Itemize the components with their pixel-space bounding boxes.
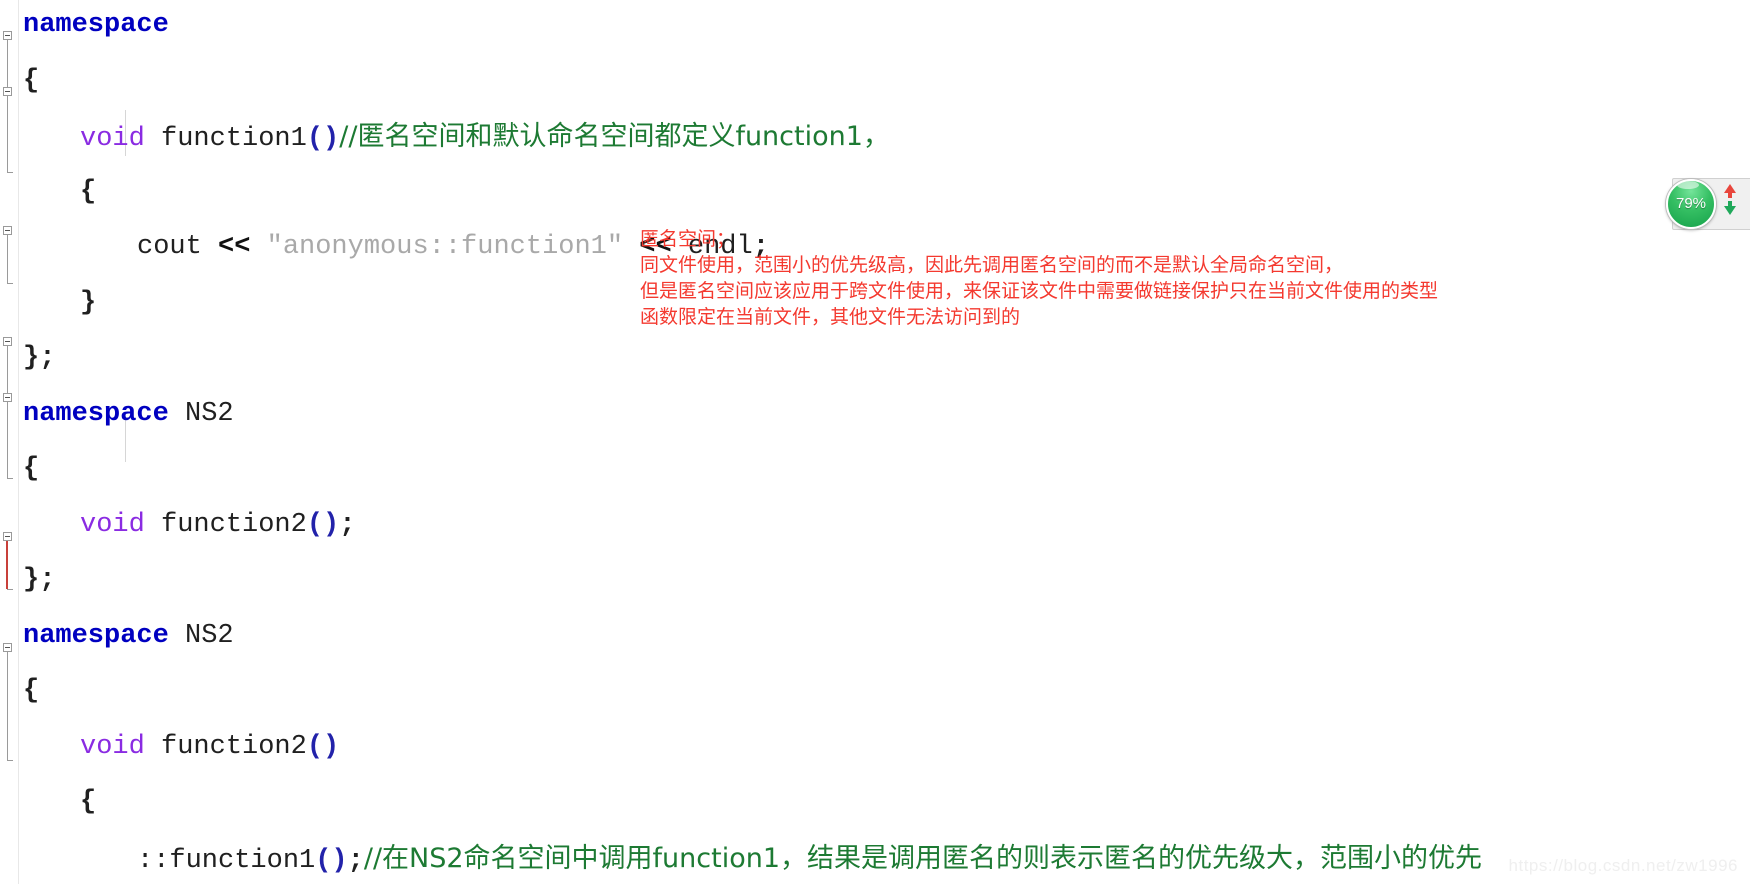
code-token: () <box>315 845 348 876</box>
arrow-up-icon[interactable] <box>1724 184 1736 198</box>
fold-line <box>7 346 8 478</box>
code-token: void <box>80 509 145 540</box>
code-token: function2 <box>144 509 307 540</box>
code-token: ::function1 <box>137 845 316 876</box>
code-token: namespace <box>23 10 169 40</box>
code-token: //匿名空间和默认命名空间都定义function1， <box>339 121 890 152</box>
code-token: << <box>218 232 251 262</box>
fold-toggle-namespace-anonymous[interactable] <box>3 31 12 40</box>
fold-toggle-namespace-ns2-decl[interactable] <box>3 226 12 235</box>
code-area[interactable]: namespace{void function1()//匿名空间和默认命名空间都… <box>19 0 1750 884</box>
code-line[interactable]: { <box>19 442 39 498</box>
code-line[interactable]: }; <box>19 553 55 609</box>
code-token: namespace <box>23 398 169 429</box>
fold-toggle-function1-body[interactable] <box>3 87 12 96</box>
annotation-line: 函数限定在当前文件，其他文件无法访问到的 <box>640 306 1021 328</box>
code-token: () <box>306 124 340 154</box>
fold-end <box>7 589 13 590</box>
annotation-line: 匿名空间； <box>640 228 736 250</box>
fold-end <box>7 478 13 479</box>
code-line[interactable]: ::function1();//在NS2命名空间中调用function1，结果是… <box>19 831 1482 884</box>
code-token: function1 <box>144 124 307 154</box>
code-token: //在NS2命名空间中调用function1，结果是调用匿名的则表示匿名的优先级… <box>363 842 1483 874</box>
editor-screenshot: namespace{void function1()//匿名空间和默认命名空间都… <box>0 0 1750 884</box>
code-token: { <box>23 676 40 706</box>
code-token: { <box>23 65 40 96</box>
fold-toggle-global-function1[interactable] <box>3 532 12 541</box>
watermark: https://blog.csdn.net/zw1996 <box>1508 856 1738 875</box>
badge-gloss <box>1677 181 1699 189</box>
fold-line <box>7 40 8 172</box>
code-token: { <box>23 454 40 484</box>
code-token: ; <box>347 845 364 876</box>
code-line[interactable]: namespace <box>19 0 169 54</box>
annotation-line: 同文件使用，范围小的优先级高，因此先调用匿名空间的而不是默认全局命名空间， <box>640 254 1344 276</box>
code-line[interactable]: } <box>19 276 96 332</box>
code-line[interactable]: namespace NS2 <box>19 387 234 443</box>
code-token: void <box>80 124 145 154</box>
code-line[interactable]: { <box>19 664 39 720</box>
fold-toggle-main[interactable] <box>3 643 12 652</box>
code-token: () <box>306 731 340 762</box>
code-token: () <box>306 509 340 540</box>
code-token: } <box>80 287 97 318</box>
code-line[interactable]: void function2(); <box>19 498 355 554</box>
code-token: { <box>80 176 97 207</box>
code-token: }; <box>23 343 56 373</box>
fold-end <box>7 760 13 761</box>
code-token: NS2 <box>168 398 234 429</box>
code-line[interactable]: }; <box>19 331 55 387</box>
fold-end <box>7 283 13 284</box>
code-token: void <box>80 731 145 762</box>
arrow-down-icon[interactable] <box>1724 201 1736 215</box>
code-token: namespace <box>23 620 169 651</box>
fold-line-current <box>6 541 8 589</box>
fold-end <box>7 172 13 173</box>
code-line[interactable]: void function2() <box>19 720 339 776</box>
fold-toggle-namespace-ns2-def[interactable] <box>3 337 12 346</box>
code-line[interactable]: void function1()//匿名空间和默认命名空间都定义function… <box>19 109 890 165</box>
annotation-note: 匿名空间； 同文件使用，范围小的优先级高，因此先调用匿名空间的而不是默认全局命名空… <box>640 226 1438 330</box>
code-token: "anonymous::function1" <box>266 232 624 262</box>
code-token: { <box>80 787 97 817</box>
outlining-gutter <box>0 0 19 884</box>
code-line[interactable]: namespace NS2 <box>19 609 234 665</box>
code-token: cout <box>137 232 219 262</box>
code-line[interactable]: { <box>19 165 96 221</box>
annotation-line: 但是匿名空间应该应用于跨文件使用，来保证该文件中需要做链接保护只在当前文件使用的… <box>640 280 1439 302</box>
code-token: }; <box>23 565 56 595</box>
fold-line <box>7 235 8 283</box>
code-line[interactable]: { <box>19 54 39 110</box>
code-token: ; <box>339 509 356 540</box>
scroll-zoom-badge[interactable]: 79% <box>1664 176 1750 230</box>
fold-toggle-function2-body[interactable] <box>3 393 12 402</box>
code-token: NS2 <box>168 620 234 651</box>
fold-line <box>7 652 8 760</box>
code-line[interactable]: { <box>19 775 96 831</box>
code-token: function2 <box>144 731 307 762</box>
